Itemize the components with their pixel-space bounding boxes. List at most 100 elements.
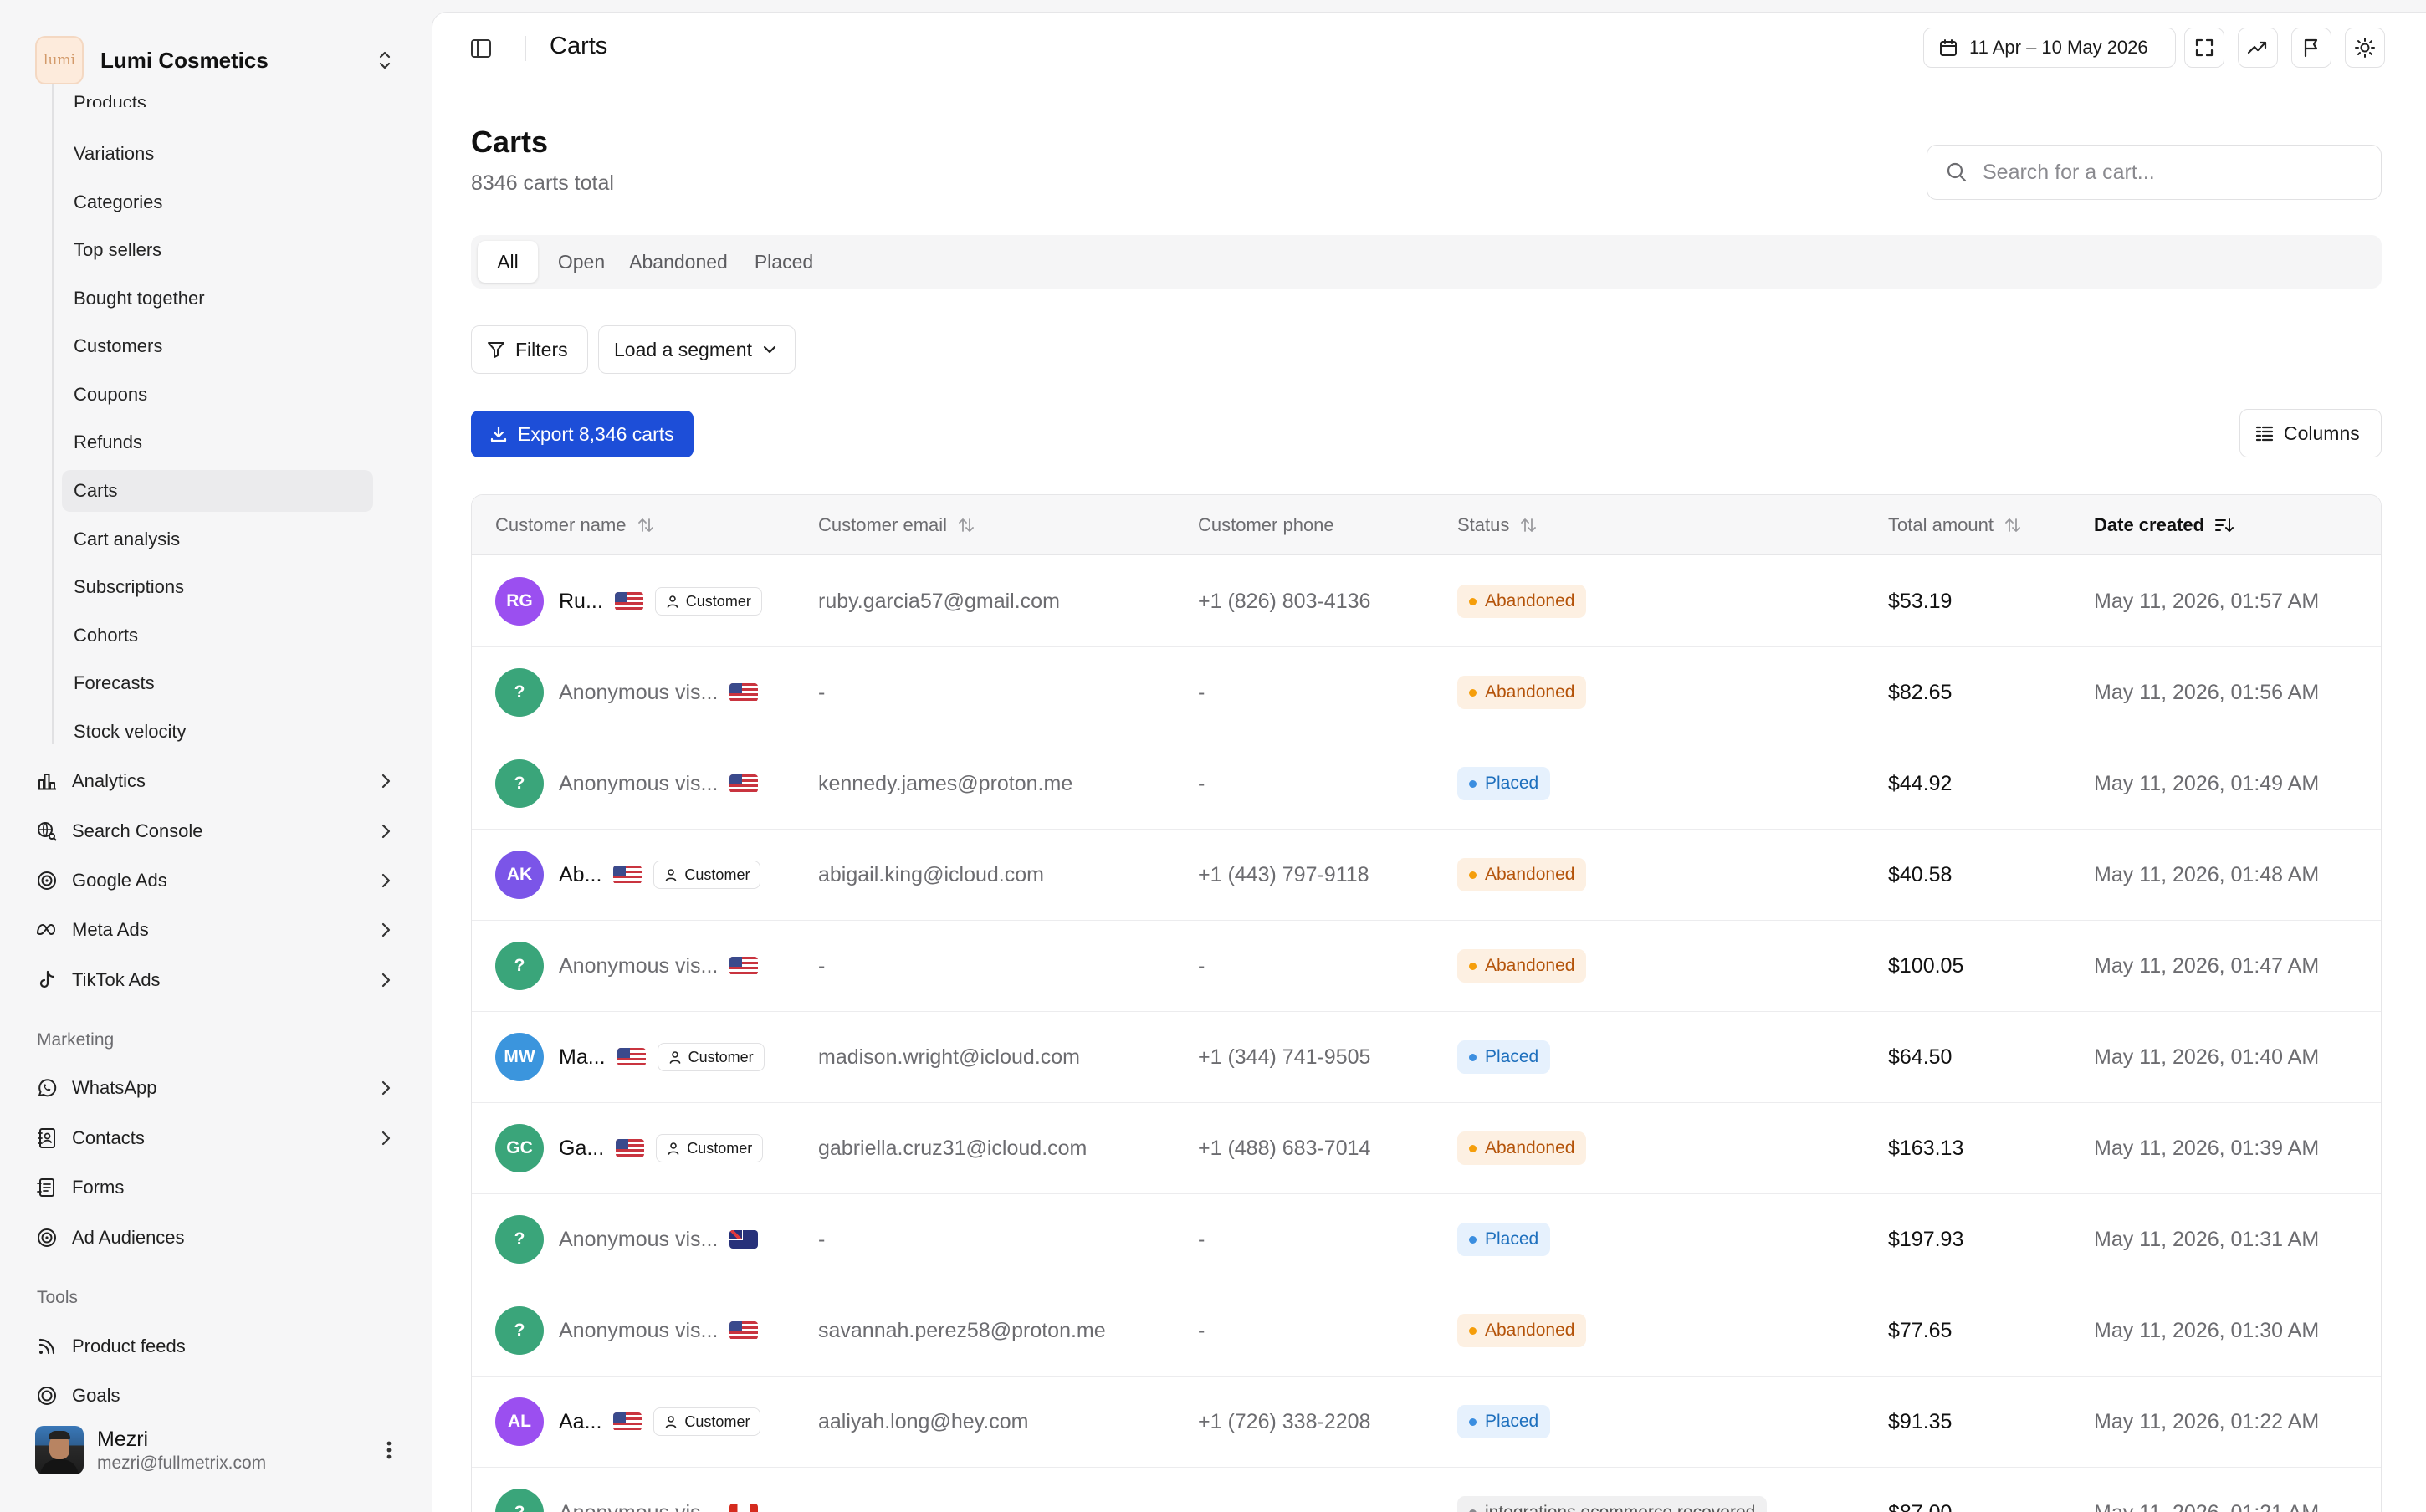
total-amount: $197.93 bbox=[1888, 1227, 1964, 1251]
fullscreen-button[interactable] bbox=[2184, 28, 2224, 68]
tab-all[interactable]: All bbox=[478, 241, 538, 283]
country-flag-icon bbox=[729, 774, 759, 793]
load-segment-dropdown[interactable]: Load a segment bbox=[598, 325, 796, 374]
sidebar-item-coupons[interactable]: Coupons bbox=[62, 374, 373, 416]
date-created: May 11, 2026, 01:30 AM bbox=[2094, 1318, 2320, 1342]
more-vertical-icon[interactable] bbox=[385, 1439, 393, 1461]
sort-icon bbox=[637, 518, 653, 532]
workspace-switcher[interactable]: lumi Lumi Cosmetics bbox=[35, 35, 400, 85]
columns-button[interactable]: Columns bbox=[2239, 409, 2382, 457]
user-account[interactable]: Mezri mezri@fullmetrix.com bbox=[35, 1423, 400, 1477]
sun-icon bbox=[2355, 38, 2375, 58]
sidebar-item-categories[interactable]: Categories bbox=[62, 181, 373, 223]
customer-name[interactable]: Ru... bbox=[559, 590, 603, 614]
date-created: May 11, 2026, 01:39 AM bbox=[2094, 1136, 2320, 1160]
sidebar-item-label: Analytics bbox=[72, 770, 146, 791]
status-badge: Abandoned bbox=[1457, 1131, 1587, 1165]
table-row[interactable]: AL Aa... Customer aaliyah.long@hey.com +1 (7… bbox=[472, 1377, 2381, 1468]
search-input[interactable] bbox=[1983, 160, 2367, 185]
customer-avatar: ? bbox=[495, 1215, 544, 1264]
table-row[interactable]: ? Anonymous vis... savannah.perez58@proton… bbox=[472, 1285, 2381, 1377]
tab-placed[interactable]: Placed bbox=[744, 241, 824, 283]
sidebar-item-cohorts[interactable]: Cohorts bbox=[62, 615, 373, 656]
table-row[interactable]: ? Anonymous vis... - - Abandoned $100.05 May 1… bbox=[472, 921, 2381, 1012]
customer-name[interactable]: Anonymous vis... bbox=[559, 954, 718, 978]
customer-name[interactable]: Anonymous vis... bbox=[559, 1228, 718, 1252]
customer-phone: - bbox=[1198, 1468, 1205, 1512]
chevron-right-icon bbox=[381, 1080, 391, 1096]
customer-email: aaliyah.long@hey.com bbox=[818, 1409, 1029, 1433]
sidebar-item-contacts[interactable]: Contacts bbox=[35, 1116, 400, 1160]
tab-abandoned[interactable]: Abandoned bbox=[622, 241, 735, 283]
sidebar-item-label: Meta Ads bbox=[72, 919, 149, 940]
table-row[interactable]: ? Anonymous vis... - - integrations.ecommerc… bbox=[472, 1468, 2381, 1512]
sidebar-item-forms[interactable]: Forms bbox=[35, 1166, 400, 1209]
sidebar-item-product-feeds[interactable]: Product feeds bbox=[35, 1325, 400, 1368]
table-row[interactable]: MW Ma... Customer madison.wright@icloud.com… bbox=[472, 1012, 2381, 1103]
customer-name[interactable]: Anonymous vis... bbox=[559, 772, 718, 796]
customer-name[interactable]: Anonymous vis... bbox=[559, 681, 718, 705]
customer-name-cell: ? Anonymous vis... bbox=[495, 1285, 759, 1376]
sidebar-item-label: Forms bbox=[72, 1177, 125, 1198]
column-header-status[interactable]: Status bbox=[1457, 495, 1538, 555]
tab-open[interactable]: Open bbox=[548, 241, 615, 283]
sidebar-item-cart-analysis[interactable]: Cart analysis bbox=[62, 518, 373, 560]
customer-name[interactable]: Ab... bbox=[559, 863, 601, 887]
sidebar-item-tiktok-ads[interactable]: TikTok Ads bbox=[35, 958, 400, 1002]
total-amount: $40.58 bbox=[1888, 862, 1953, 886]
customer-name[interactable]: Ma... bbox=[559, 1045, 606, 1070]
table-row[interactable]: RG Ru... Customer ruby.garcia57@gmail.com +1… bbox=[472, 556, 2381, 647]
sidebar-item-top-sellers[interactable]: Top sellers bbox=[62, 229, 373, 271]
date-created: May 11, 2026, 01:49 AM bbox=[2094, 771, 2320, 795]
total-amount: $44.92 bbox=[1888, 771, 1953, 795]
sidebar-item-products[interactable]: Products bbox=[62, 84, 373, 107]
trends-button[interactable] bbox=[2238, 28, 2278, 68]
customer-name[interactable]: Anonymous vis... bbox=[559, 1319, 718, 1343]
sidebar-item-forecasts[interactable]: Forecasts bbox=[62, 662, 373, 704]
sidebar-item-subscriptions[interactable]: Subscriptions bbox=[62, 566, 373, 608]
sidebar-item-variations[interactable]: Variations bbox=[62, 133, 373, 175]
status-dot bbox=[1469, 1053, 1477, 1061]
export-button[interactable]: Export 8,346 carts bbox=[471, 411, 694, 457]
table-row[interactable]: ? Anonymous vis... kennedy.james@proton.me… bbox=[472, 738, 2381, 830]
status-dot bbox=[1469, 1509, 1477, 1512]
status-cell: Placed bbox=[1457, 1012, 1551, 1102]
status-label: Abandoned bbox=[1485, 865, 1575, 884]
sidebar-item-customers[interactable]: Customers bbox=[62, 325, 373, 367]
column-header-customer-email[interactable]: Customer email bbox=[818, 495, 975, 555]
customer-name[interactable]: Aa... bbox=[559, 1410, 601, 1434]
column-header-total-amount[interactable]: Total amount bbox=[1888, 495, 2022, 555]
sidebar-item-search-console[interactable]: Search Console bbox=[35, 810, 400, 853]
status-dot bbox=[1469, 1144, 1477, 1152]
table-row[interactable]: GC Ga... Customer gabriella.cruz31@icloud.c… bbox=[472, 1103, 2381, 1194]
status-cell: Abandoned bbox=[1457, 1285, 1587, 1376]
sidebar-item-bought-together[interactable]: Bought together bbox=[62, 278, 373, 319]
flag-button[interactable] bbox=[2291, 28, 2331, 68]
column-header-date-created[interactable]: Date created bbox=[2094, 495, 2234, 555]
customer-name[interactable]: Ga... bbox=[559, 1137, 604, 1161]
sidebar-item-google-ads[interactable]: Google Ads bbox=[35, 859, 400, 902]
chevron-right-icon bbox=[381, 1131, 391, 1146]
customer-name[interactable]: Anonymous vis... bbox=[559, 1501, 718, 1512]
sidebar-item-carts[interactable]: Carts bbox=[62, 470, 373, 512]
sidebar-item-refunds[interactable]: Refunds bbox=[62, 421, 373, 463]
customer-name-cell: AL Aa... Customer bbox=[495, 1377, 761, 1467]
country-flag-icon bbox=[614, 592, 643, 610]
sidebar-item-whatsapp[interactable]: WhatsApp bbox=[35, 1066, 400, 1110]
filters-button[interactable]: Filters bbox=[471, 325, 588, 374]
sidebar-item-goals[interactable]: Goals bbox=[35, 1374, 400, 1418]
sidebar-item-stock-velocity[interactable]: Stock velocity bbox=[62, 711, 373, 753]
theme-toggle-button[interactable] bbox=[2345, 28, 2385, 68]
sidebar-item-analytics[interactable]: Analytics bbox=[35, 759, 400, 803]
status-label: Abandoned bbox=[1485, 591, 1575, 610]
customer-phone: +1 (726) 338-2208 bbox=[1198, 1409, 1371, 1433]
table-row[interactable]: AK Ab... Customer abigail.king@icloud.com +1… bbox=[472, 830, 2381, 921]
date-created: May 11, 2026, 01:40 AM bbox=[2094, 1045, 2320, 1069]
sidebar-item-ad-audiences[interactable]: Ad Audiences bbox=[35, 1216, 400, 1259]
table-row[interactable]: ? Anonymous vis... - - Abandoned $82.65 May 11… bbox=[472, 647, 2381, 738]
sidebar-item-meta-ads[interactable]: Meta Ads bbox=[35, 908, 400, 952]
column-header-customer-name[interactable]: Customer name bbox=[495, 495, 655, 555]
table-row[interactable]: ? Anonymous vis... - - Placed $197.93 May 11, … bbox=[472, 1194, 2381, 1285]
sidebar-toggle-icon[interactable] bbox=[469, 38, 493, 59]
date-range-picker[interactable]: 11 Apr – 10 May 2026 bbox=[1923, 28, 2176, 68]
